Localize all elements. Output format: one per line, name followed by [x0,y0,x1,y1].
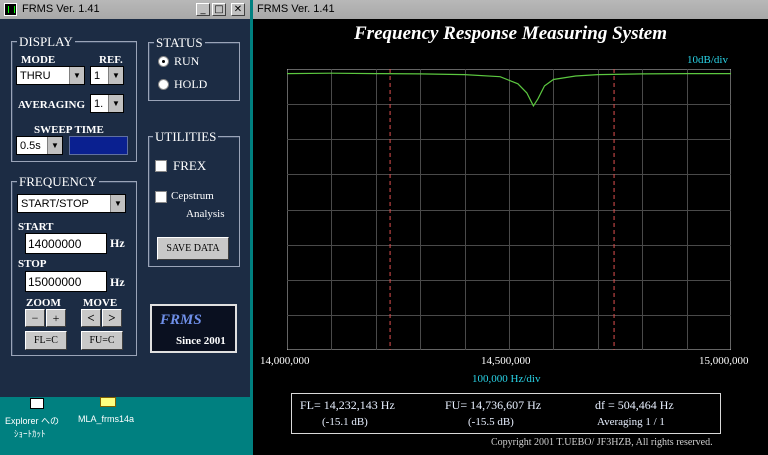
graph-titlebar[interactable]: FRMS Ver. 1.41 [253,0,768,19]
sweep-time-value: 0.5s [20,140,41,152]
ref-label: REF. [99,54,123,66]
stop-frequency-input[interactable]: 15000000 [25,271,107,292]
zoom-out-button[interactable]: − [25,309,45,327]
ref-select-value: 1 [94,70,101,82]
mode-select[interactable]: THRU ▼ [16,66,85,85]
save-data-button[interactable]: SAVE DATA [157,237,229,260]
fu-center-label: FU=C [89,335,115,346]
zoom-out-label: − [31,311,39,325]
x-tick-label: 15,000,000 [699,355,749,367]
fl-readout: FL= 14,232,143 Hz [300,398,395,412]
fu-readout: FU= 14,736,607 Hz [445,398,542,412]
mode-select-value: THRU [20,70,51,82]
copyright-text: Copyright 2001 T.UEBO/ JF3HZB, All right… [491,437,713,448]
hold-radio[interactable] [158,79,169,90]
close-button[interactable]: ✕ [231,3,245,16]
move-label: MOVE [83,297,118,309]
move-right-button[interactable]: > [102,309,122,327]
graph-window: FRMS Ver. 1.41 Frequency Response Measur… [253,0,768,455]
cepstrum-label-2: Analysis [186,208,225,220]
frequency-mode-value: START/STOP [21,198,89,210]
stop-unit-label: Hz [110,275,125,289]
control-window: FRMS Ver. 1.41 _ □ ✕ DISPLAY MODE REF. T… [0,0,250,397]
minimize-button[interactable]: _ [196,3,210,16]
averaging-readout: Averaging 1 / 1 [597,416,665,428]
hold-label: HOLD [174,77,208,91]
sweep-progress-indicator [69,136,128,155]
stop-label: STOP [18,258,47,270]
frms-logo: FRMS Since 2001 [150,304,237,353]
x-scale-label: 100,000 Hz/div [472,373,541,385]
y-scale-label: 10dB/div [687,54,728,66]
app-icon [4,3,17,16]
mode-label: MODE [21,54,56,66]
marker-info-panel: FL= 14,232,143 Hz FU= 14,736,607 Hz df =… [291,393,721,434]
save-data-label: SAVE DATA [166,243,220,254]
fu-db-readout: (-15.5 dB) [468,416,514,428]
run-radio[interactable] [158,56,169,67]
x-tick-label: 14,500,000 [481,355,531,367]
maximize-button[interactable]: □ [212,3,226,16]
chevron-down-icon[interactable]: ▼ [110,195,125,212]
frequency-group-label: FREQUENCY [17,174,100,189]
ref-select[interactable]: 1 ▼ [90,66,124,85]
response-plot[interactable] [287,69,731,350]
cepstrum-label: Cepstrum [171,190,214,202]
start-unit-label: Hz [110,236,125,250]
explorer-shortcut-icon[interactable] [22,396,46,409]
averaging-label: AVERAGING [18,99,86,111]
fu-center-button[interactable]: FU=C [81,331,123,350]
logo-since: Since 2001 [176,335,226,347]
fl-center-label: FL=C [34,335,58,346]
graph-title: FRMS Ver. 1.41 [257,3,335,15]
chevron-down-icon[interactable]: ▼ [47,137,62,154]
move-right-label: > [108,310,116,325]
status-group [148,42,240,101]
fl-db-readout: (-15.1 dB) [322,416,368,428]
run-label: RUN [174,54,200,68]
chevron-down-icon[interactable]: ▼ [69,67,84,84]
chevron-down-icon[interactable]: ▼ [108,95,123,112]
start-label: START [18,221,54,233]
zoom-label: ZOOM [26,297,61,309]
frequency-mode-select[interactable]: START/STOP ▼ [17,194,126,213]
move-left-button[interactable]: < [81,309,101,327]
control-titlebar[interactable]: FRMS Ver. 1.41 _ □ ✕ [0,0,250,19]
averaging-select[interactable]: 1. ▼ [90,94,124,113]
mla-file-icon[interactable] [98,396,118,408]
sweep-time-select[interactable]: 0.5s ▼ [16,136,63,155]
explorer-shortcut-label: Explorer への [5,416,60,426]
zoom-in-button[interactable]: + [46,309,66,327]
start-frequency-input[interactable]: 14000000 [25,233,107,254]
start-frequency-value: 14000000 [28,237,82,251]
explorer-shortcut-label-2: ｼｮｰﾄｶｯﾄ [14,429,46,439]
mla-file-label: MLA_frms14a [78,414,135,424]
control-title: FRMS Ver. 1.41 [22,3,100,15]
stop-frequency-value: 15000000 [28,275,82,289]
fl-center-button[interactable]: FL=C [25,331,67,350]
averaging-select-value: 1. [94,98,104,110]
move-left-label: < [87,310,95,325]
cepstrum-checkbox[interactable] [155,191,167,203]
graph-heading: Frequency Response Measuring System [354,23,667,44]
zoom-in-label: + [52,311,60,325]
frex-label: FREX [173,158,207,173]
display-group-label: DISPLAY [17,34,75,49]
chevron-down-icon[interactable]: ▼ [108,67,123,84]
x-tick-label: 14,000,000 [260,355,310,367]
df-readout: df = 504,464 Hz [595,398,674,412]
status-group-label: STATUS [154,35,205,50]
logo-name: FRMS [160,312,202,328]
utilities-group-label: UTILITIES [153,129,219,144]
sweep-time-label: SWEEP TIME [34,124,104,136]
frex-checkbox[interactable] [155,160,167,172]
